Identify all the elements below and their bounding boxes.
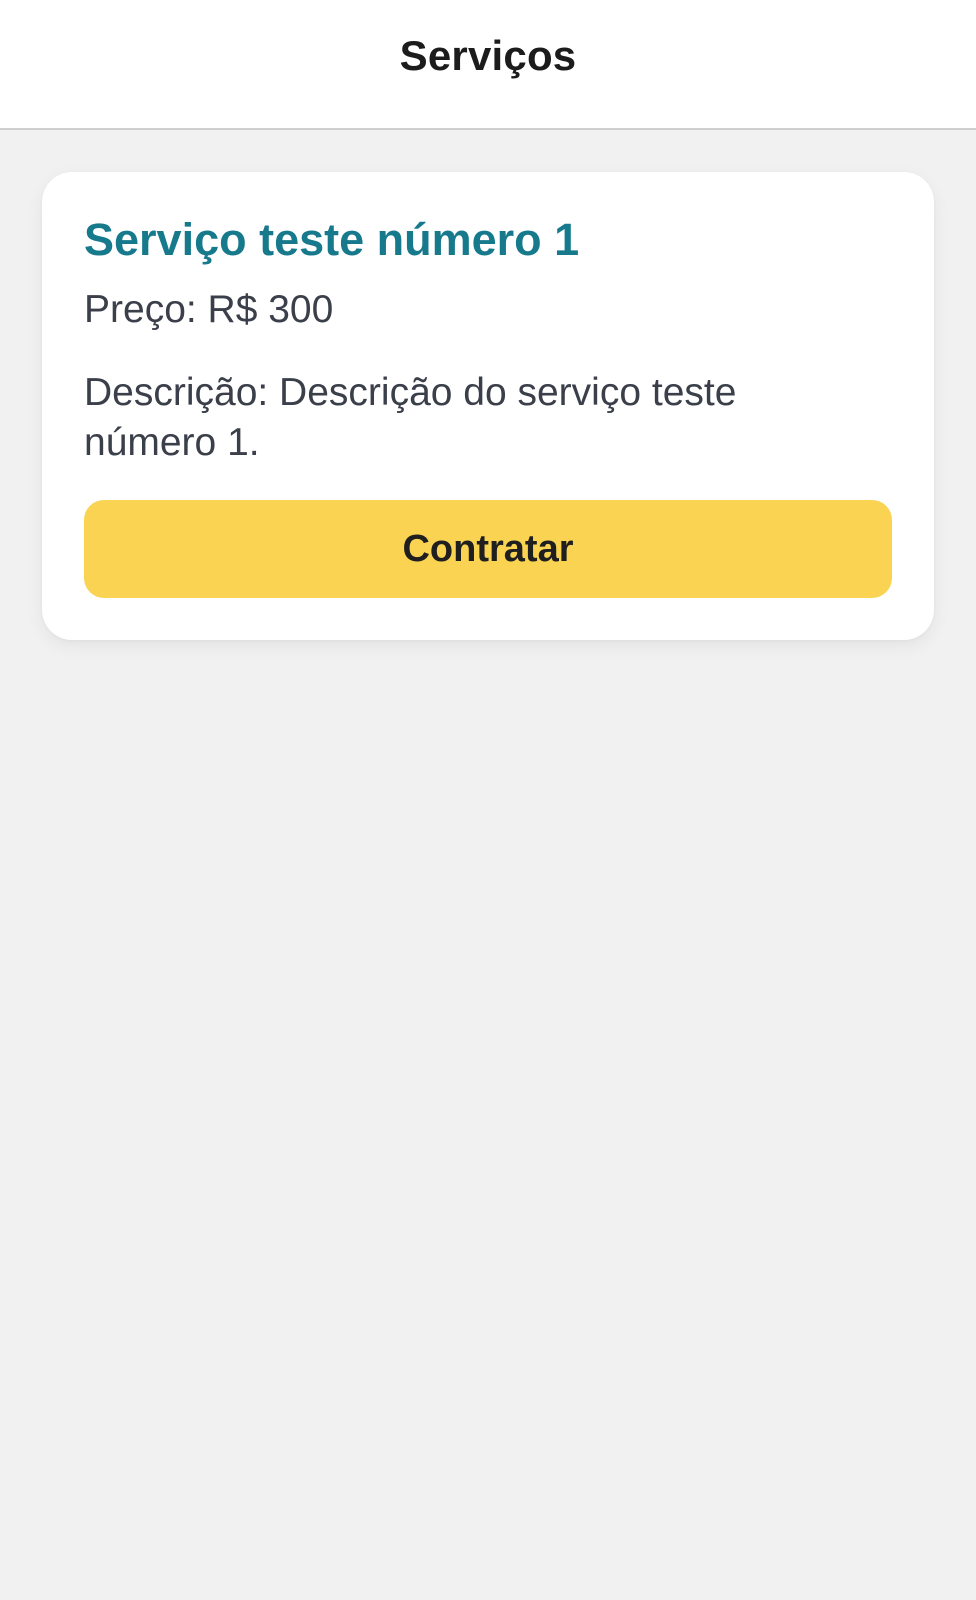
contract-button[interactable]: Contratar	[84, 500, 892, 598]
service-description: Descrição: Descrição do serviço teste nú…	[84, 371, 737, 464]
top-header: Serviços	[0, 0, 976, 130]
service-card: Serviço teste número 1 Preço: R$ 300 Des…	[42, 172, 934, 640]
page-title: Serviços	[399, 32, 577, 79]
service-price: Preço: R$ 300	[84, 288, 334, 331]
service-title: Serviço teste número 1	[84, 214, 580, 265]
